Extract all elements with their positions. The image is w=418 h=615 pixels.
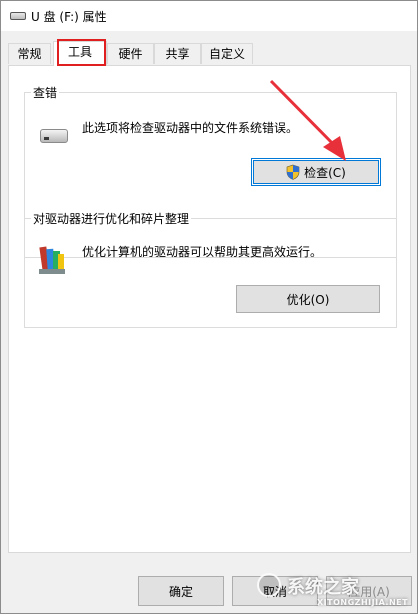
optimize-title: 对驱动器进行优化和碎片整理 (31, 210, 192, 227)
optimize-button[interactable]: 优化(O) (236, 285, 380, 313)
error-check-title: 查错 (31, 84, 60, 101)
watermark-url: XITONGZHIJIA.NET (317, 598, 409, 607)
optimize-description: 优化计算机的驱动器可以帮助其更高效运行。 (82, 245, 323, 259)
shield-icon (286, 164, 300, 180)
ok-button[interactable]: 确定 (138, 576, 224, 606)
check-button[interactable]: 检查(C) (251, 158, 381, 186)
window-title: U 盘 (F:) 属性 (31, 10, 107, 24)
tab-general[interactable]: 常规 (8, 43, 51, 64)
properties-dialog: U 盘 (F:) 属性 常规 工具 硬件 共享 自定义 查错 此选项将检查驱动器… (0, 0, 418, 614)
error-check-description: 此选项将检查驱动器中的文件系统错误。 (82, 121, 299, 135)
optimize-group: 对驱动器进行优化和碎片整理 优化计算机的驱动器可以帮助其更高效运行。 优化(O) (24, 210, 397, 328)
drive-icon (40, 129, 68, 143)
tools-panel: 查错 此选项将检查驱动器中的文件系统错误。 检查(C) 对驱动器进行优化和碎片整… (8, 65, 411, 553)
usb-drive-icon (10, 12, 26, 20)
watermark: 系统之家 XITONGZHIJIA.NET (255, 567, 418, 615)
title-bar: U 盘 (F:) 属性 (1, 1, 417, 31)
defrag-icon (39, 246, 65, 274)
watermark-logo-icon (257, 573, 281, 597)
tab-sharing[interactable]: 共享 (154, 43, 201, 64)
tab-hardware[interactable]: 硬件 (107, 43, 154, 64)
tab-highlight-box (57, 39, 106, 66)
tab-customize[interactable]: 自定义 (201, 43, 253, 64)
check-button-label: 检查(C) (304, 165, 346, 180)
watermark-text: 系统之家 (287, 577, 359, 598)
